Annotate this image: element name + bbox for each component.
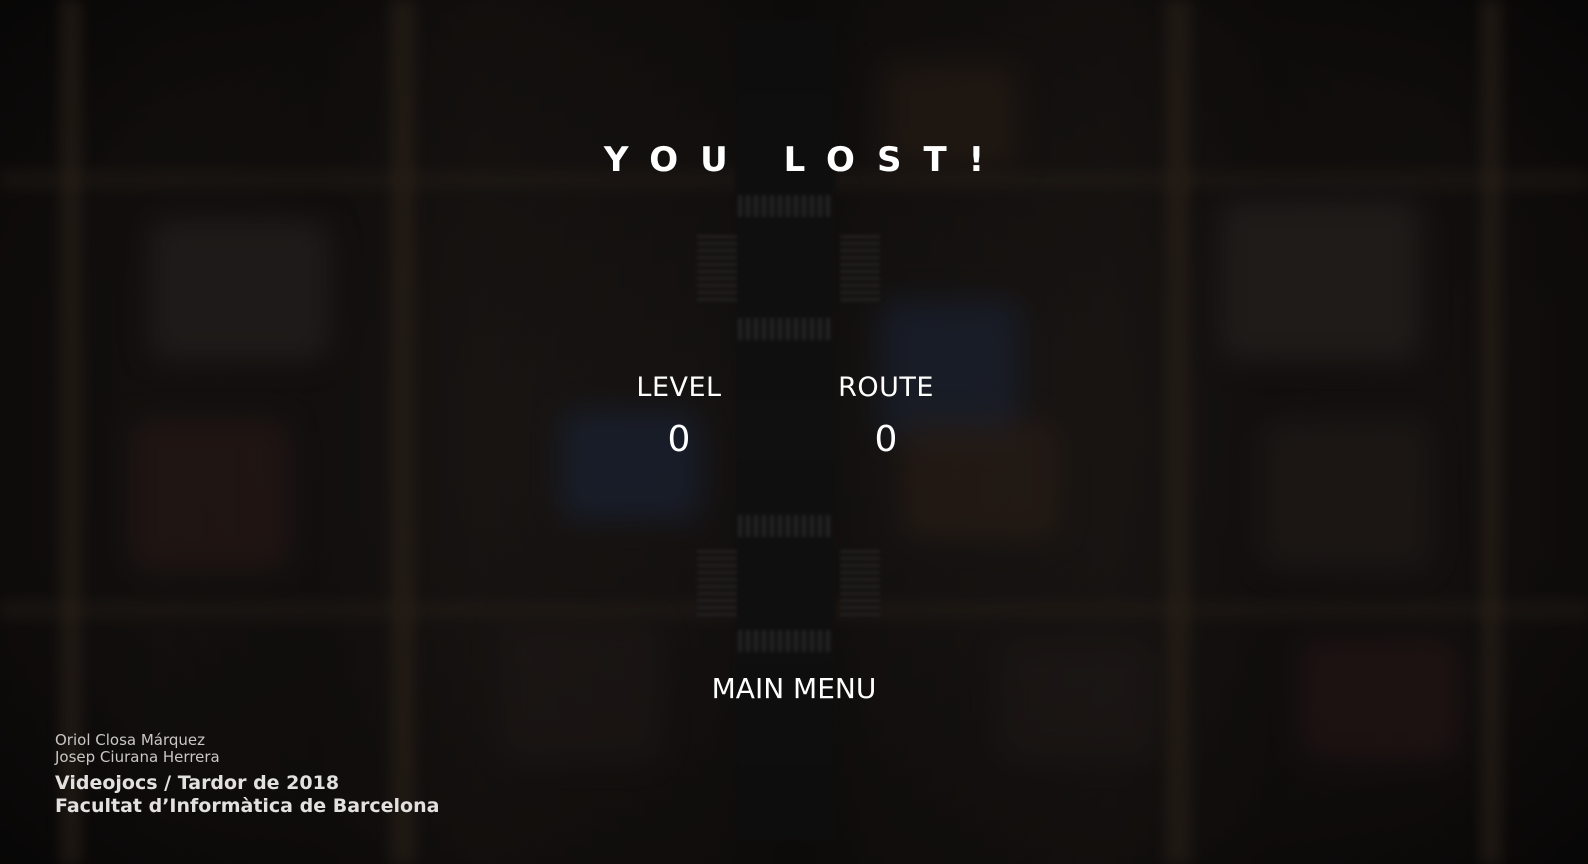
course-info: Videojocs / Tardor de 2018 [55, 772, 340, 794]
main-menu-button[interactable]: MAIN MENU [712, 672, 877, 705]
game-over-screen: YOU LOST! LEVEL 0 ROUTE 0 MAIN MENU Orio… [0, 0, 1588, 864]
route-stat: ROUTE 0 [786, 372, 986, 460]
route-label: ROUTE [838, 372, 934, 403]
game-over-title: YOU LOST! [603, 140, 1007, 180]
level-stat: LEVEL 0 [579, 372, 779, 460]
route-value: 0 [874, 419, 898, 460]
credits: Oriol Closa Márquez Josep Ciurana Herrer… [55, 732, 439, 818]
main-menu-container: MAIN MENU [0, 672, 1588, 705]
level-label: LEVEL [636, 372, 722, 403]
author-name: Josep Ciurana Herrera [55, 748, 220, 766]
level-value: 0 [667, 419, 691, 460]
author-name: Oriol Closa Márquez [55, 731, 206, 749]
faculty-info: Facultat d’Informàtica de Barcelona [55, 795, 440, 817]
